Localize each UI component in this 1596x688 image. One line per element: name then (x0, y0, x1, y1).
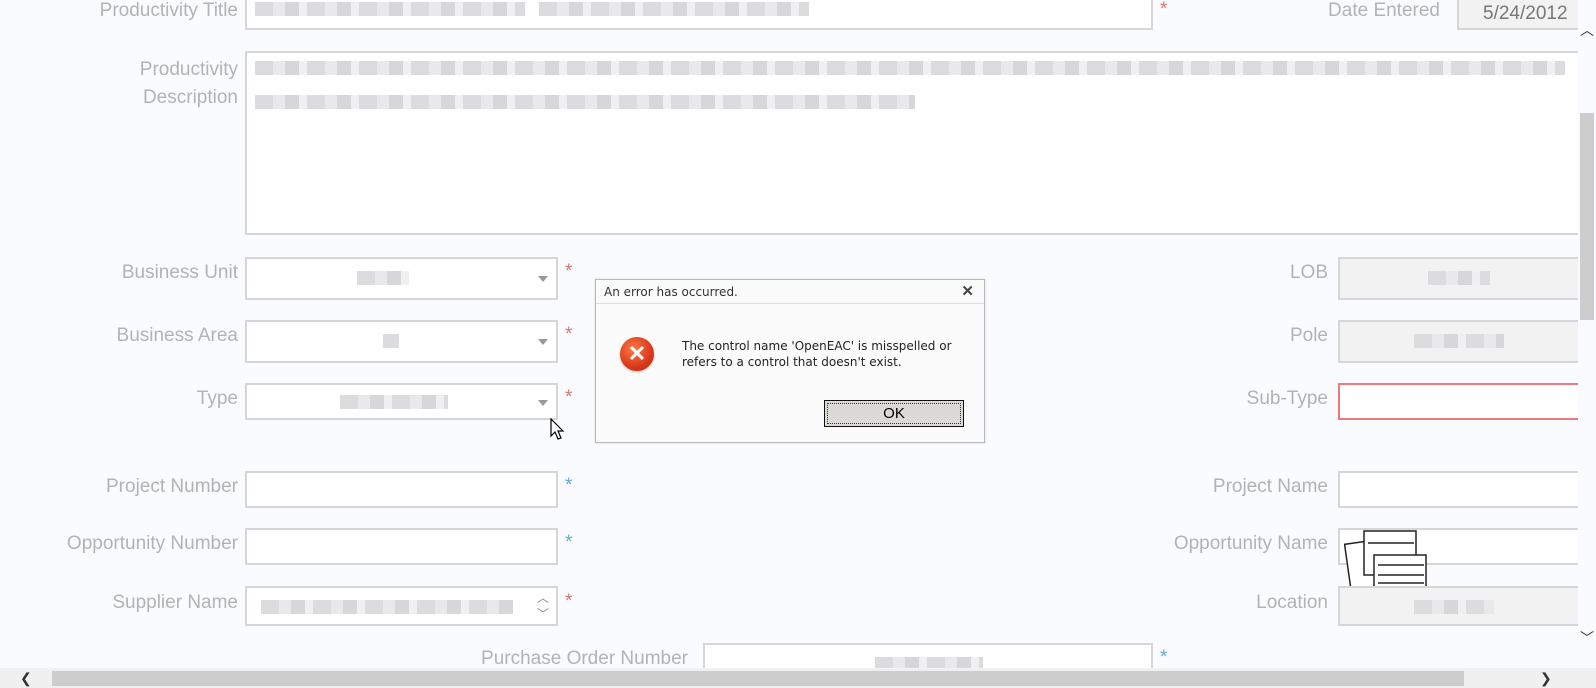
sub-type-label: Sub-Type (1246, 388, 1328, 409)
required-marker: * (565, 591, 573, 612)
business-unit-label: Business Unit (121, 262, 238, 283)
date-entered-label: Date Entered (1328, 0, 1440, 21)
location-field[interactable] (1338, 586, 1587, 626)
date-entered-field[interactable]: 5/24/2012 (1457, 0, 1587, 30)
type-select[interactable] (245, 383, 558, 420)
scroll-down-icon[interactable]: ﹀ (1580, 628, 1594, 648)
dialog-title: An error has occurred. (604, 285, 738, 299)
project-number-input[interactable] (245, 471, 558, 508)
dialog-message: The control name 'OpenEAC' is misspelled… (682, 339, 952, 369)
spinner-icon[interactable]: ︿ ﹀ (537, 590, 549, 622)
sub-type-select[interactable] (1338, 383, 1587, 420)
close-icon[interactable]: ✕ (961, 282, 974, 300)
project-name-label: Project Name (1212, 476, 1328, 497)
productivity-description-textarea[interactable] (245, 51, 1587, 235)
pole-field[interactable] (1338, 320, 1587, 363)
scroll-right-icon[interactable]: ❯ (1540, 670, 1552, 687)
lob-label: LOB (1289, 262, 1328, 283)
project-number-label: Project Number (106, 476, 238, 497)
error-icon: ✕ (620, 337, 654, 371)
required-marker: * (1160, 0, 1168, 20)
type-label: Type (196, 388, 238, 409)
required-marker: * (565, 387, 573, 408)
required-marker: * (1160, 647, 1168, 668)
scroll-up-icon[interactable]: ︿ (1580, 20, 1594, 40)
lob-field[interactable] (1338, 257, 1587, 300)
purchase-order-number-label: Purchase Order Number (481, 648, 688, 669)
error-dialog: An error has occurred. ✕ ✕ The control n… (595, 279, 985, 443)
project-name-input[interactable] (1338, 471, 1587, 508)
chevron-down-icon (538, 276, 548, 282)
opportunity-number-label: Opportunity Number (66, 533, 238, 554)
chevron-down-icon (538, 400, 548, 406)
productivity-title-label: Productivity Title (99, 0, 238, 21)
business-unit-select[interactable] (245, 257, 558, 300)
supplier-name-label: Supplier Name (112, 592, 238, 613)
pole-label: Pole (1289, 325, 1328, 346)
required-marker: * (565, 475, 573, 496)
productivity-title-input[interactable] (245, 0, 1153, 30)
mouse-pointer-icon (550, 417, 566, 447)
opportunity-name-label: Opportunity Name (1173, 533, 1328, 554)
opportunity-number-input[interactable] (245, 528, 558, 565)
date-entered-value: 5/24/2012 (1483, 3, 1568, 24)
chevron-down-icon (538, 339, 548, 345)
productivity-description-label: Productivity Description (139, 59, 238, 108)
supplier-name-input[interactable]: ︿ ﹀ (245, 586, 558, 626)
required-marker: * (565, 324, 573, 345)
vertical-scroll-thumb[interactable] (1580, 113, 1594, 320)
business-area-label: Business Area (116, 325, 238, 346)
dialog-divider (596, 303, 984, 304)
ok-button[interactable]: OK (824, 400, 964, 427)
required-marker: * (565, 261, 573, 282)
vertical-scrollbar[interactable] (1578, 0, 1596, 668)
scroll-left-icon[interactable]: ❮ (20, 670, 32, 687)
location-label: Location (1256, 592, 1328, 613)
business-area-select[interactable] (245, 320, 558, 363)
required-marker: * (565, 532, 573, 553)
horizontal-scroll-thumb[interactable] (52, 671, 1464, 686)
